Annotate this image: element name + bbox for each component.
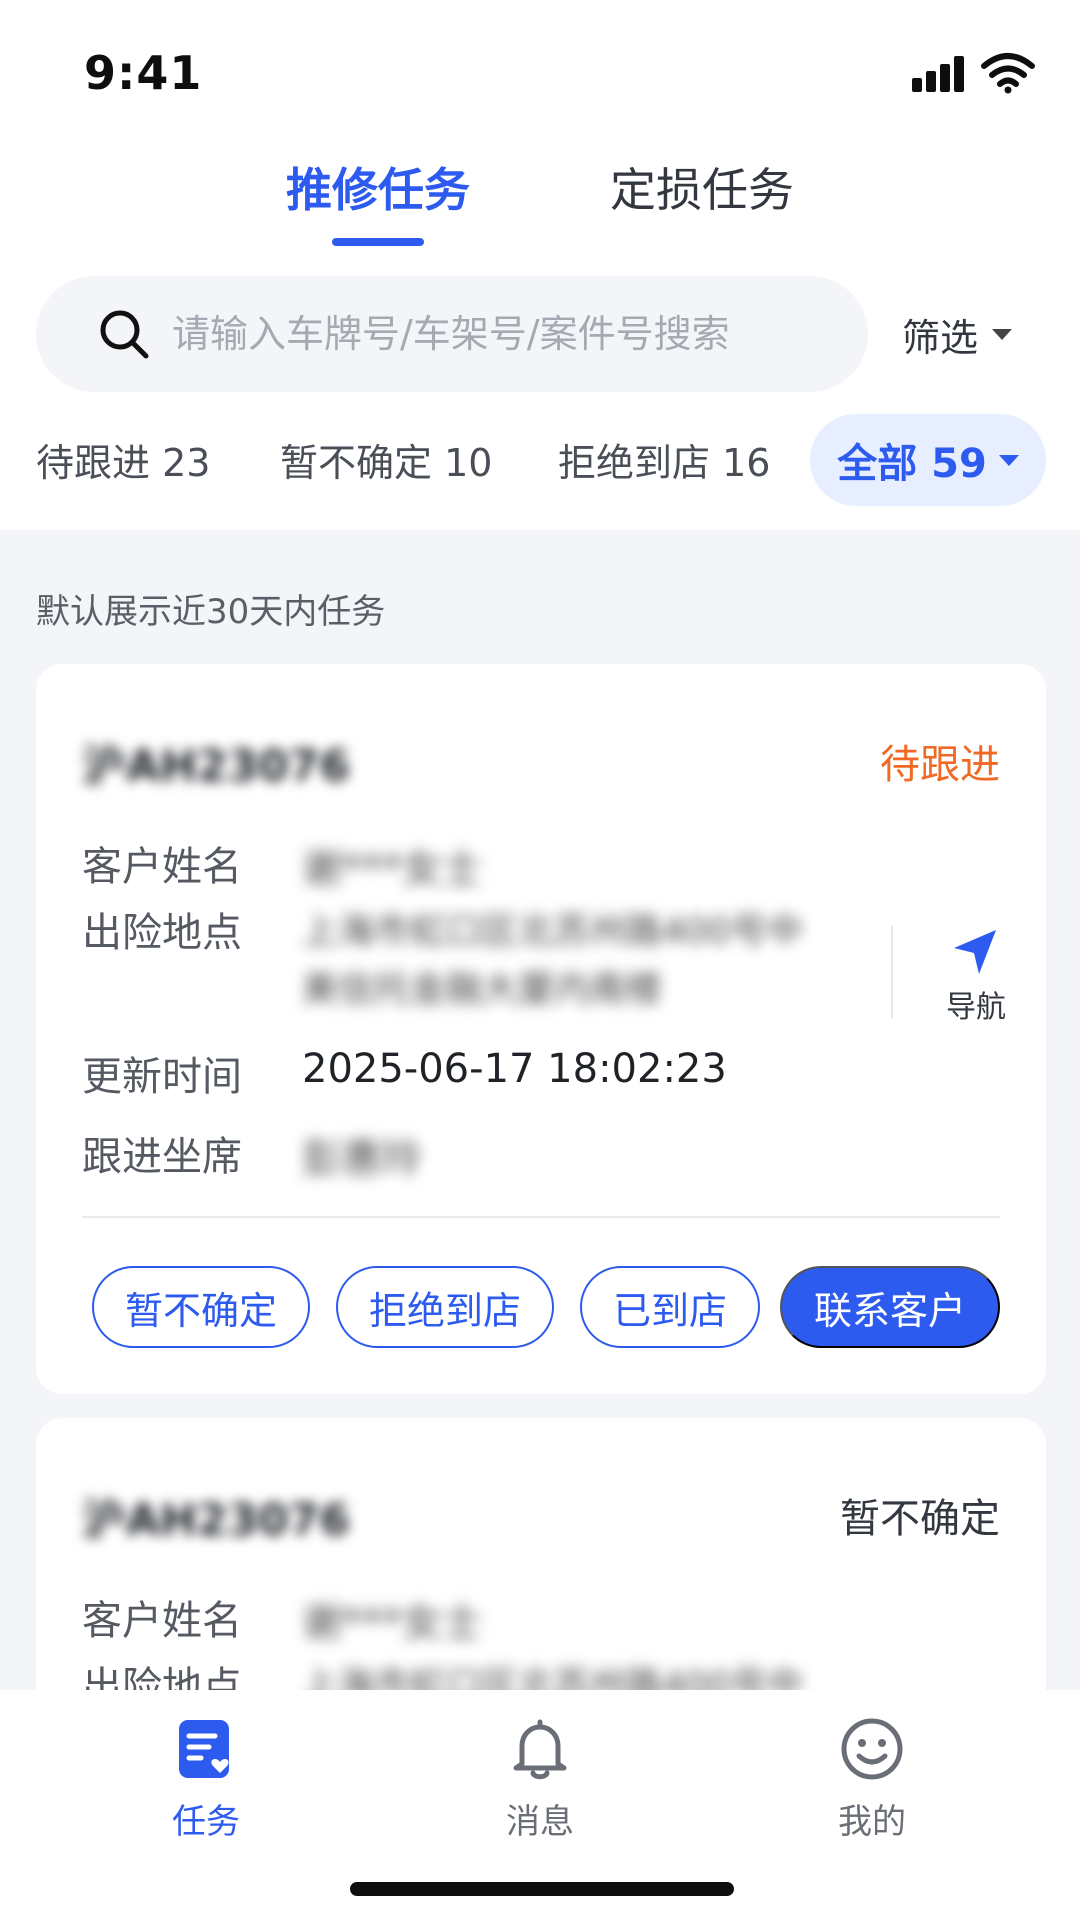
update-time-value: 2025-06-17 18:02:23 — [302, 1046, 727, 1092]
chip-all-label: 全部 59 — [837, 441, 987, 487]
tab-assessment-tasks[interactable]: 定损任务 — [610, 160, 794, 220]
header-area: 9:41 推修任务 定损任务 请输入车牌号/车架号/案件号搜索 筛选 待跟进 2… — [0, 0, 1080, 530]
bell-icon — [513, 1719, 567, 1780]
status-time: 9:41 — [84, 46, 203, 100]
arrived-button[interactable]: 已到店 — [580, 1266, 760, 1348]
search-input[interactable] — [172, 302, 852, 366]
home-indicator — [350, 1882, 734, 1896]
filter-label: 筛选 — [902, 315, 979, 360]
search-icon — [100, 310, 149, 359]
chip-refused[interactable]: 拒绝到店 16 — [558, 432, 770, 487]
bottom-tab-bar: 任务 消息 我的 — [0, 1690, 1080, 1920]
caret-down-icon — [998, 454, 1019, 466]
nav-divider — [891, 926, 893, 1018]
chip-pending[interactable]: 待跟进 23 — [36, 432, 210, 487]
tabbar-item-mine[interactable]: 我的 — [802, 1716, 942, 1843]
task-list-icon — [179, 1720, 229, 1778]
task-type-tabs: 推修任务 定损任务 — [0, 160, 1080, 250]
chip-all[interactable]: 全部 59 — [810, 414, 1046, 506]
screen: 9:41 推修任务 定损任务 请输入车牌号/车架号/案件号搜索 筛选 待跟进 2… — [0, 0, 1080, 1920]
mark-uncertain-button[interactable]: 暂不确定 — [92, 1266, 310, 1348]
navigate-button[interactable]: 导航 — [936, 926, 1016, 1026]
task-card[interactable]: 沪AH23076 待跟进 客户姓名 谢***女士 出险地点 上海市虹口区北苏州路… — [36, 664, 1046, 1394]
status-bar: 9:41 — [0, 0, 1080, 140]
plate-number: 沪AH23076 — [82, 1495, 350, 1546]
tab-repair-tasks[interactable]: 推修任务 — [286, 160, 470, 220]
customer-name-label: 客户姓名 — [82, 1598, 242, 1644]
tabbar-label-mine: 我的 — [838, 1802, 906, 1842]
update-time-label: 更新时间 — [82, 1054, 242, 1100]
plate-number: 沪AH23076 — [82, 741, 350, 792]
search-box[interactable] — [36, 276, 868, 392]
default-range-hint: 默认展示近30天内任务 — [36, 592, 386, 632]
search-row: 筛选 — [0, 276, 1080, 392]
refuse-visit-button[interactable]: 拒绝到店 — [336, 1266, 554, 1348]
active-tab-indicator — [332, 238, 424, 246]
smiley-face-icon — [841, 1718, 903, 1780]
tabbar-item-tasks[interactable]: 任务 — [136, 1716, 276, 1843]
status-badge: 暂不确定 — [840, 1496, 1000, 1542]
tabbar-item-messages[interactable]: 消息 — [470, 1716, 610, 1843]
incident-location-line2: 美信托金融大厦内南楼 — [302, 969, 663, 1010]
customer-name-label: 客户姓名 — [82, 844, 242, 890]
navigation-arrow-icon — [954, 930, 996, 974]
card-divider — [82, 1216, 1000, 1218]
filter-dropdown[interactable]: 筛选 — [902, 306, 1013, 362]
navigate-label: 导航 — [946, 990, 1006, 1025]
tabbar-label-tasks: 任务 — [172, 1802, 240, 1842]
customer-name-value: 谢***女士 — [302, 846, 482, 892]
incident-location-line1: 上海市虹口区北苏州路400号中 — [302, 911, 803, 952]
wifi-icon — [981, 53, 1035, 94]
contact-customer-button[interactable]: 联系客户 — [780, 1266, 1000, 1348]
caret-down-icon — [992, 328, 1013, 340]
customer-name-value: 谢***女士 — [302, 1600, 482, 1646]
status-filter-chips: 待跟进 23 暂不确定 10 拒绝到店 16 全部 59 — [0, 414, 1080, 510]
status-badge: 待跟进 — [880, 742, 1000, 788]
agent-value: 彭惠玲 — [302, 1136, 422, 1182]
tabbar-label-messages: 消息 — [506, 1802, 574, 1842]
agent-label: 跟进坐席 — [82, 1134, 242, 1180]
chip-uncertain[interactable]: 暂不确定 10 — [280, 432, 492, 487]
cellular-signal-icon — [912, 56, 966, 92]
incident-location-label: 出险地点 — [82, 910, 242, 956]
